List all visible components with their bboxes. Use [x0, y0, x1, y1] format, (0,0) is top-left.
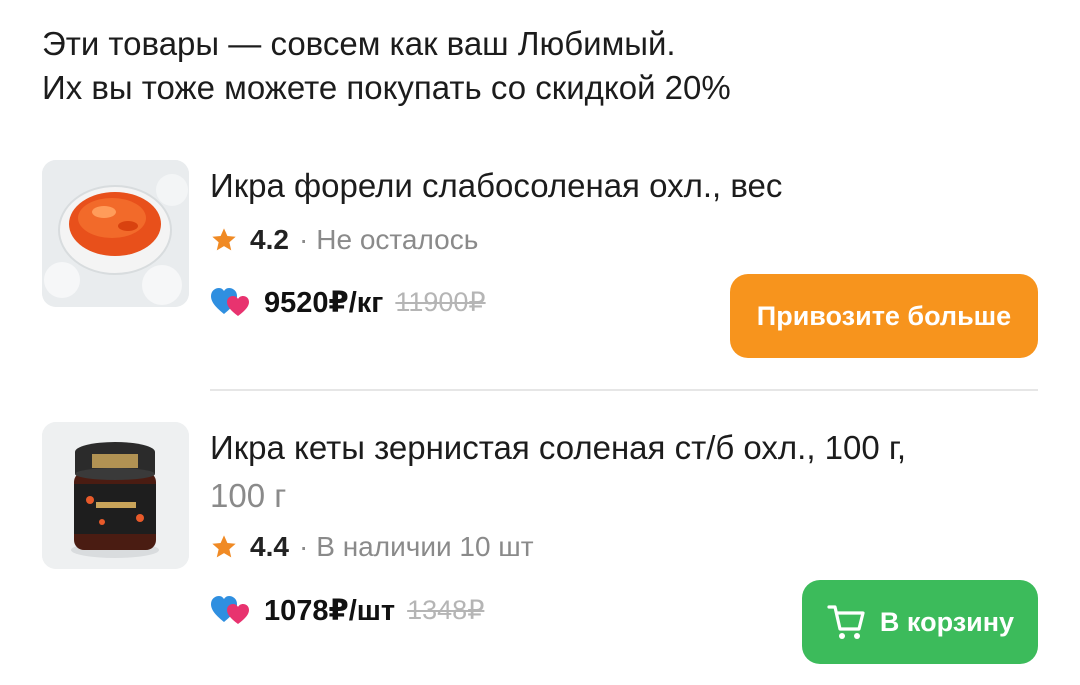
product-meta: 4.2 · Не осталось: [210, 220, 478, 260]
product-card[interactable]: Икра форели слабосоленая охл., вес 4.2 ·…: [42, 160, 1038, 360]
heading-line-2: Их вы тоже можете покупать со скидкой 20…: [42, 69, 731, 106]
hearts-icon: [211, 596, 249, 624]
rating-value: 4.2: [250, 224, 289, 255]
product-title[interactable]: Икра форели слабосоленая охл., вес: [210, 162, 1030, 210]
recommendation-heading: Эти товары — совсем как ваш Любимый. Их …: [42, 22, 731, 110]
divider: [210, 389, 1038, 391]
product-meta: 4.4 · В наличии 10 шт: [210, 527, 534, 567]
star-icon: [212, 228, 236, 251]
product-image[interactable]: [42, 160, 189, 307]
product-weight: 100 г: [210, 477, 287, 514]
product-image[interactable]: [42, 422, 189, 569]
star-icon: [212, 535, 236, 558]
stock-status: Не осталось: [316, 224, 479, 255]
price-row: 1078₽/шт 1348₽: [210, 590, 484, 630]
page: Эти товары — совсем как ваш Любимый. Их …: [0, 0, 1080, 685]
salmon-roe-jar-image: [42, 422, 189, 569]
notify-restock-button[interactable]: Привозите больше: [730, 274, 1038, 358]
add-to-cart-button[interactable]: В корзину: [802, 580, 1038, 664]
hearts-icon: [211, 288, 249, 316]
price: 9520₽/кг: [264, 286, 384, 319]
old-price: 1348₽: [407, 594, 485, 625]
rating-value: 4.4: [250, 531, 289, 562]
old-price: 11900₽: [395, 286, 486, 317]
price-row: 9520₽/кг 11900₽: [210, 282, 486, 322]
cart-icon: [827, 605, 865, 639]
price: 1078₽/шт: [264, 594, 396, 627]
trout-roe-image: [42, 160, 189, 307]
stock-status: В наличии 10 шт: [316, 531, 534, 562]
heading-line-1: Эти товары — совсем как ваш Любимый.: [42, 25, 676, 62]
product-title[interactable]: Икра кеты зернистая соленая ст/б охл., 1…: [210, 424, 1030, 520]
product-card[interactable]: Икра кеты зернистая соленая ст/б охл., 1…: [42, 422, 1038, 672]
